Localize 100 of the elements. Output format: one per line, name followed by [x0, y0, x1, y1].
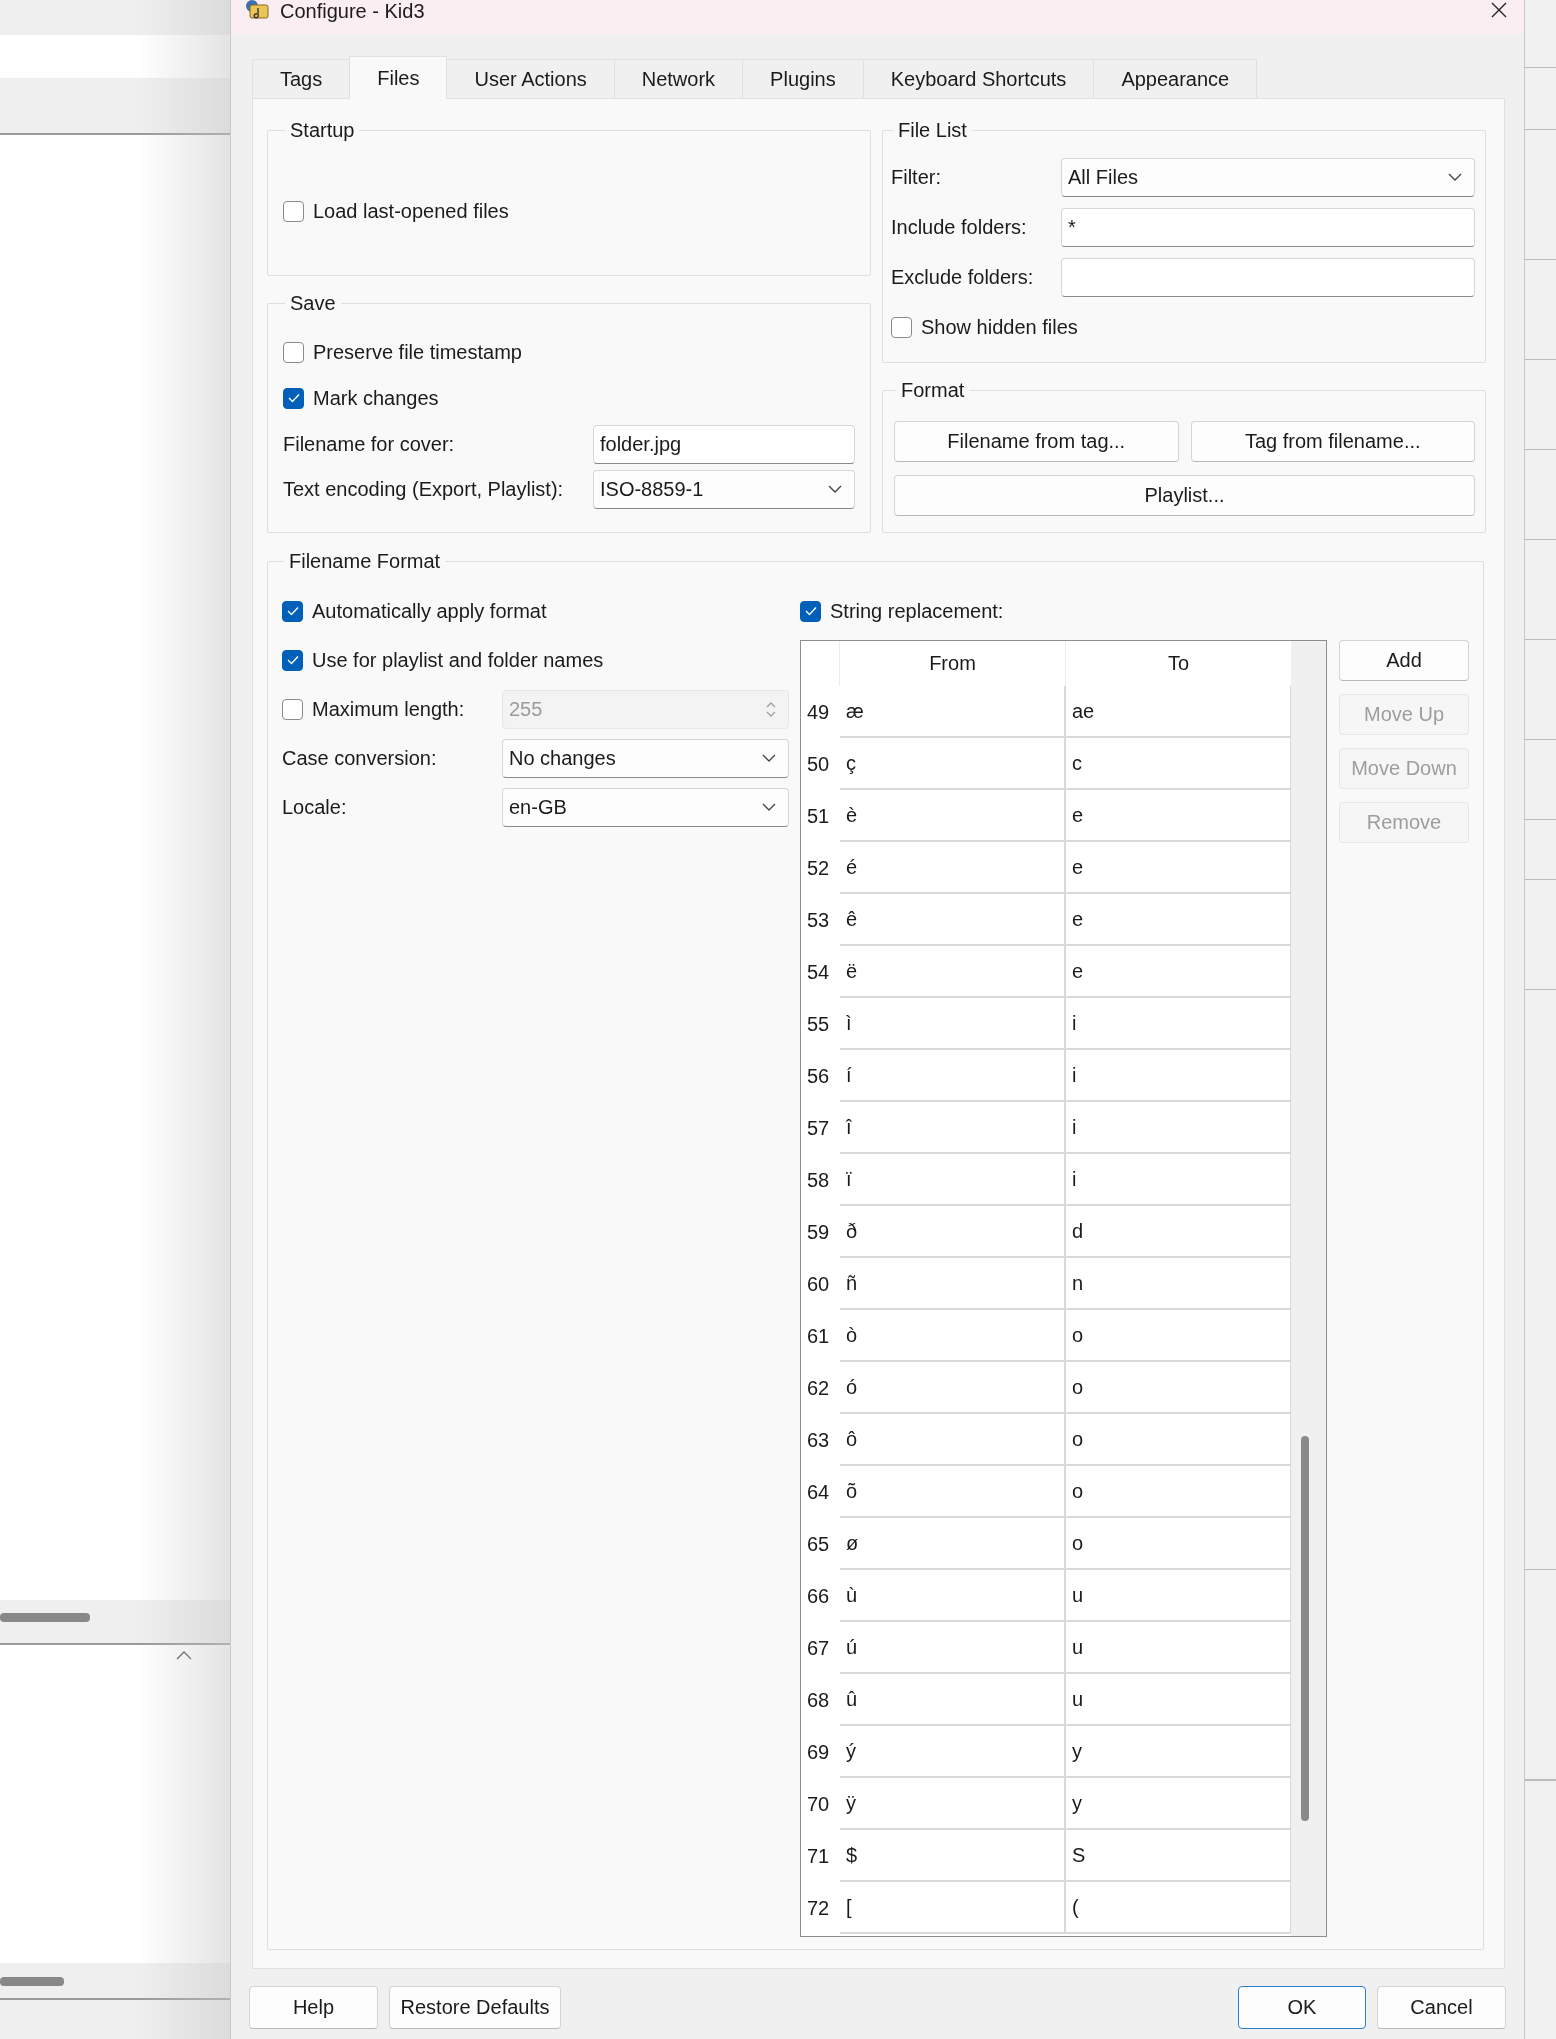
- row-number: 71: [806, 1843, 831, 1869]
- checkbox-label: Load last-opened files: [313, 199, 509, 223]
- chevron-down-icon: [762, 802, 776, 812]
- checkbox-label: Use for playlist and folder names: [312, 648, 604, 672]
- text-field[interactable]: folder.jpg: [593, 424, 855, 464]
- checkbox[interactable]: [283, 200, 304, 222]
- row-number: 65: [806, 1531, 831, 1557]
- field-label: Case conversion:: [282, 746, 438, 770]
- table-cell[interactable]: é: [840, 842, 1066, 894]
- checkbox-label: Show hidden files: [921, 315, 1078, 339]
- combo-box[interactable]: en-GB: [502, 787, 789, 827]
- text-field[interactable]: *: [1061, 207, 1475, 247]
- checkbox[interactable]: [283, 387, 304, 409]
- combo-box[interactable]: ISO-8859-1: [593, 469, 855, 509]
- text-field[interactable]: [1061, 257, 1475, 297]
- row-number: 51: [806, 803, 831, 829]
- row-number: 67: [806, 1635, 831, 1661]
- checkbox-label: Automatically apply format: [312, 599, 547, 623]
- row-number: 68: [806, 1687, 831, 1713]
- row-number: 56: [806, 1063, 831, 1089]
- table-cell[interactable]: $: [840, 1830, 1066, 1882]
- row-number: 59: [806, 1219, 831, 1245]
- checkbox[interactable]: [282, 600, 303, 622]
- field-label: Filename for cover:: [283, 432, 456, 456]
- caret-up-icon[interactable]: [176, 1651, 192, 1660]
- tab[interactable]: Tags: [252, 59, 351, 98]
- row-number: 72: [806, 1895, 831, 1921]
- row-number: 60: [806, 1271, 831, 1297]
- row-number: 63: [806, 1427, 831, 1453]
- table-cell[interactable]: ç: [840, 738, 1066, 790]
- row-number: 70: [806, 1791, 831, 1817]
- field-label: Include folders:: [891, 215, 1028, 239]
- table-cell[interactable]: ù: [840, 1570, 1066, 1622]
- tab[interactable]: Appearance: [1093, 59, 1258, 98]
- scrollbar-thumb[interactable]: [0, 1613, 90, 1622]
- chevron-down-icon: [828, 484, 842, 494]
- chevron-down-icon: [1448, 172, 1462, 182]
- button[interactable]: Tag from filename...: [1190, 421, 1475, 462]
- row-number: 64: [806, 1479, 831, 1505]
- table-cell[interactable]: [: [840, 1882, 1066, 1934]
- table-cell[interactable]: è: [840, 790, 1066, 842]
- button[interactable]: Filename from tag...: [894, 421, 1179, 462]
- tab[interactable]: Files: [349, 56, 448, 99]
- button[interactable]: Add: [1339, 640, 1469, 681]
- combo-box[interactable]: No changes: [502, 738, 789, 778]
- scrollbar-thumb[interactable]: [0, 1977, 64, 1986]
- check-icon: [286, 606, 299, 616]
- column-header[interactable]: From: [840, 641, 1066, 686]
- table-cell[interactable]: ô: [840, 1414, 1066, 1466]
- table-cell[interactable]: û: [840, 1674, 1066, 1726]
- row-number: 69: [806, 1739, 831, 1765]
- table-cell[interactable]: ì: [840, 998, 1066, 1050]
- combo-box[interactable]: All Files: [1061, 157, 1475, 197]
- group-title: Save: [289, 291, 337, 316]
- row-number: 62: [806, 1375, 831, 1401]
- table-cell[interactable]: ë: [840, 946, 1066, 998]
- table-cell[interactable]: æ: [840, 686, 1066, 738]
- table-cell[interactable]: ñ: [840, 1258, 1066, 1310]
- scrollbar-thumb[interactable]: [1301, 1436, 1309, 1821]
- row-number: 49: [806, 699, 831, 725]
- table-cell[interactable]: ê: [840, 894, 1066, 946]
- row-number: 53: [806, 907, 831, 933]
- close-icon[interactable]: [1491, 2, 1507, 18]
- table-cell[interactable]: ó: [840, 1362, 1066, 1414]
- table-cell[interactable]: ú: [840, 1622, 1066, 1674]
- check-icon: [804, 606, 817, 616]
- app-icon: [244, 0, 270, 20]
- table-cell[interactable]: ø: [840, 1518, 1066, 1570]
- button[interactable]: Cancel: [1377, 1986, 1506, 2029]
- table-cell[interactable]: ð: [840, 1206, 1066, 1258]
- button[interactable]: Help: [249, 1986, 378, 2029]
- row-number: 50: [806, 751, 831, 777]
- table-cell[interactable]: ò: [840, 1310, 1066, 1362]
- group-title: Filename Format: [288, 549, 442, 574]
- checkbox[interactable]: [800, 600, 821, 622]
- table-cell[interactable]: õ: [840, 1466, 1066, 1518]
- checkbox[interactable]: [891, 316, 912, 338]
- table-cell[interactable]: ý: [840, 1726, 1066, 1778]
- table-cell[interactable]: î: [840, 1102, 1066, 1154]
- table-cell[interactable]: ÿ: [840, 1778, 1066, 1830]
- button[interactable]: Restore Defaults: [389, 1986, 561, 2029]
- check-icon: [287, 393, 300, 403]
- checkbox[interactable]: [283, 341, 304, 363]
- table-cell[interactable]: í: [840, 1050, 1066, 1102]
- row-number: 52: [806, 855, 831, 881]
- checkbox[interactable]: [282, 649, 303, 671]
- field-label: Text encoding (Export, Playlist):: [283, 477, 565, 501]
- check-icon: [286, 655, 299, 665]
- window-title: Configure - Kid3: [280, 0, 425, 22]
- button[interactable]: OK: [1238, 1986, 1366, 2029]
- row-number: 66: [806, 1583, 831, 1609]
- chevron-down-icon: [762, 753, 776, 763]
- checkbox-label: Mark changes: [313, 386, 439, 410]
- row-number: 55: [806, 1011, 831, 1037]
- row-number: 54: [806, 959, 831, 985]
- checkbox-label: Maximum length:: [312, 697, 465, 721]
- table-cell[interactable]: ï: [840, 1154, 1066, 1206]
- field-label: Filter:: [891, 165, 942, 189]
- button[interactable]: Playlist...: [894, 475, 1475, 516]
- group-title: Startup: [289, 118, 356, 143]
